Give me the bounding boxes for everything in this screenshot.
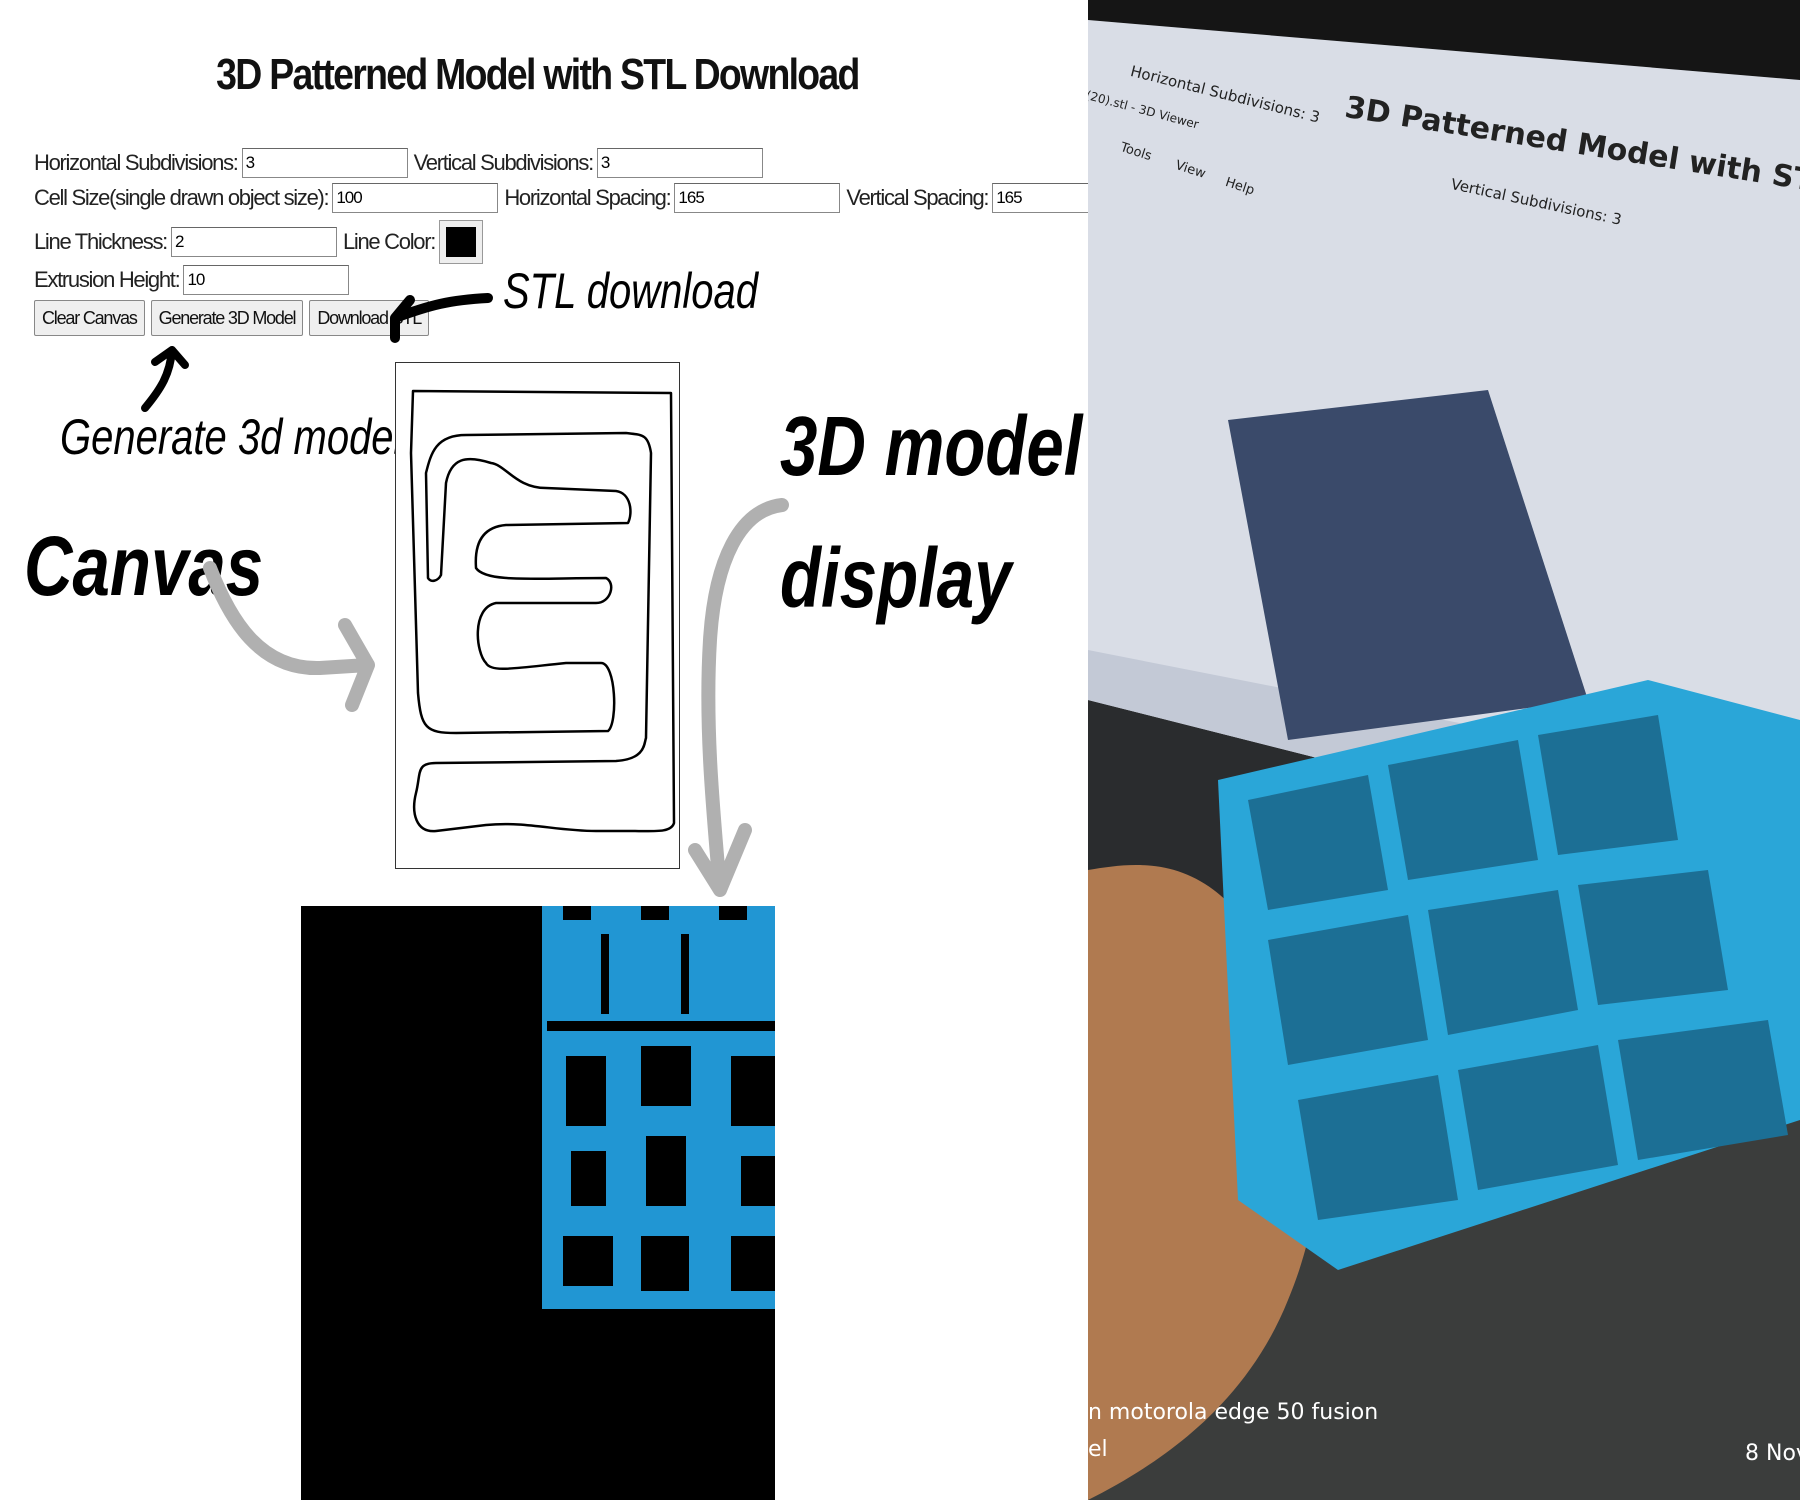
photo-date: 8 Nov [1745,1441,1800,1466]
model-render [542,906,775,1309]
arrow-to-canvas-icon [203,561,375,712]
canvas-drawing [409,389,676,833]
arrow-to-download-icon [390,293,493,343]
photo-watermark-device: n motorola edge 50 fusion [1088,1400,1379,1425]
arrow-to-display-icon [688,498,789,897]
arrow-to-generate-icon [141,346,189,412]
photo-printed-model: 3D Patterned Model with STL Dow Horizont… [1088,0,1800,1500]
outer-stroke [409,389,676,833]
3d-model-display[interactable] [301,906,775,1500]
photo-watermark-line2: el [1088,1437,1108,1462]
drawing-canvas[interactable] [395,362,680,869]
photo-scene [1088,0,1800,1500]
